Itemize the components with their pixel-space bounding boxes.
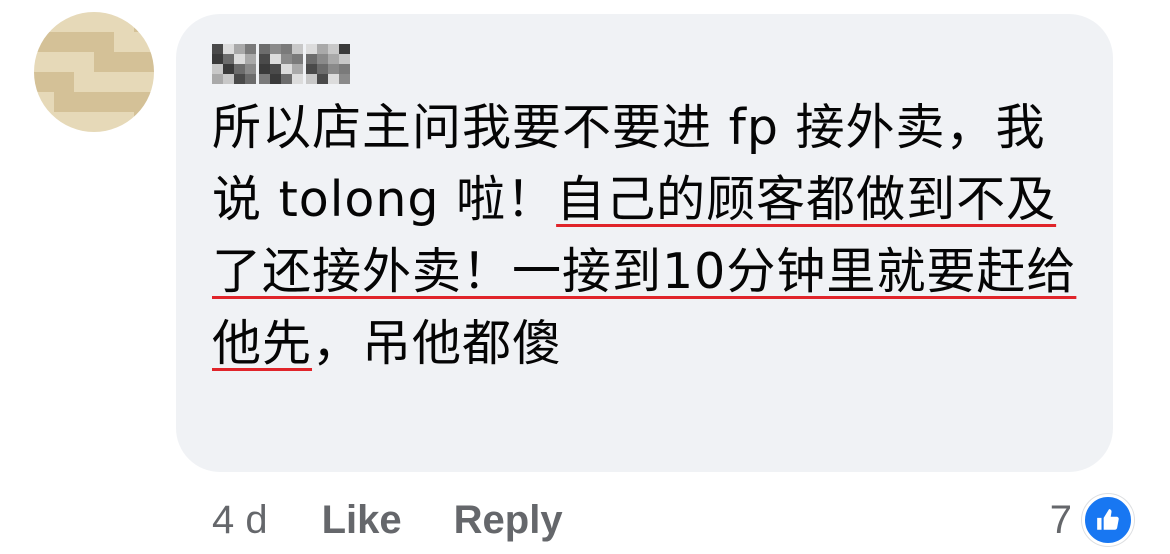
comment-text-segment: ，吊他都傻 [312,315,563,372]
comment-text: 所以店主问我要不要进 fp 接外卖，我说 tolong 啦！自己的顾客都做到不及… [212,92,1082,380]
thumbs-up-icon [1082,494,1134,546]
comment-bubble: 所以店主问我要不要进 fp 接外卖，我说 tolong 啦！自己的顾客都做到不及… [176,14,1113,472]
comment-actions: 4 d Like Reply [212,490,615,550]
reply-button[interactable]: Reply [454,498,563,543]
reaction-count: 7 [1049,497,1072,542]
author-name-redacted[interactable] [212,44,350,84]
avatar[interactable] [34,12,154,132]
reaction-summary[interactable]: 7 [1050,490,1134,550]
like-button[interactable]: Like [322,498,402,543]
timestamp[interactable]: 4 d [212,498,268,543]
